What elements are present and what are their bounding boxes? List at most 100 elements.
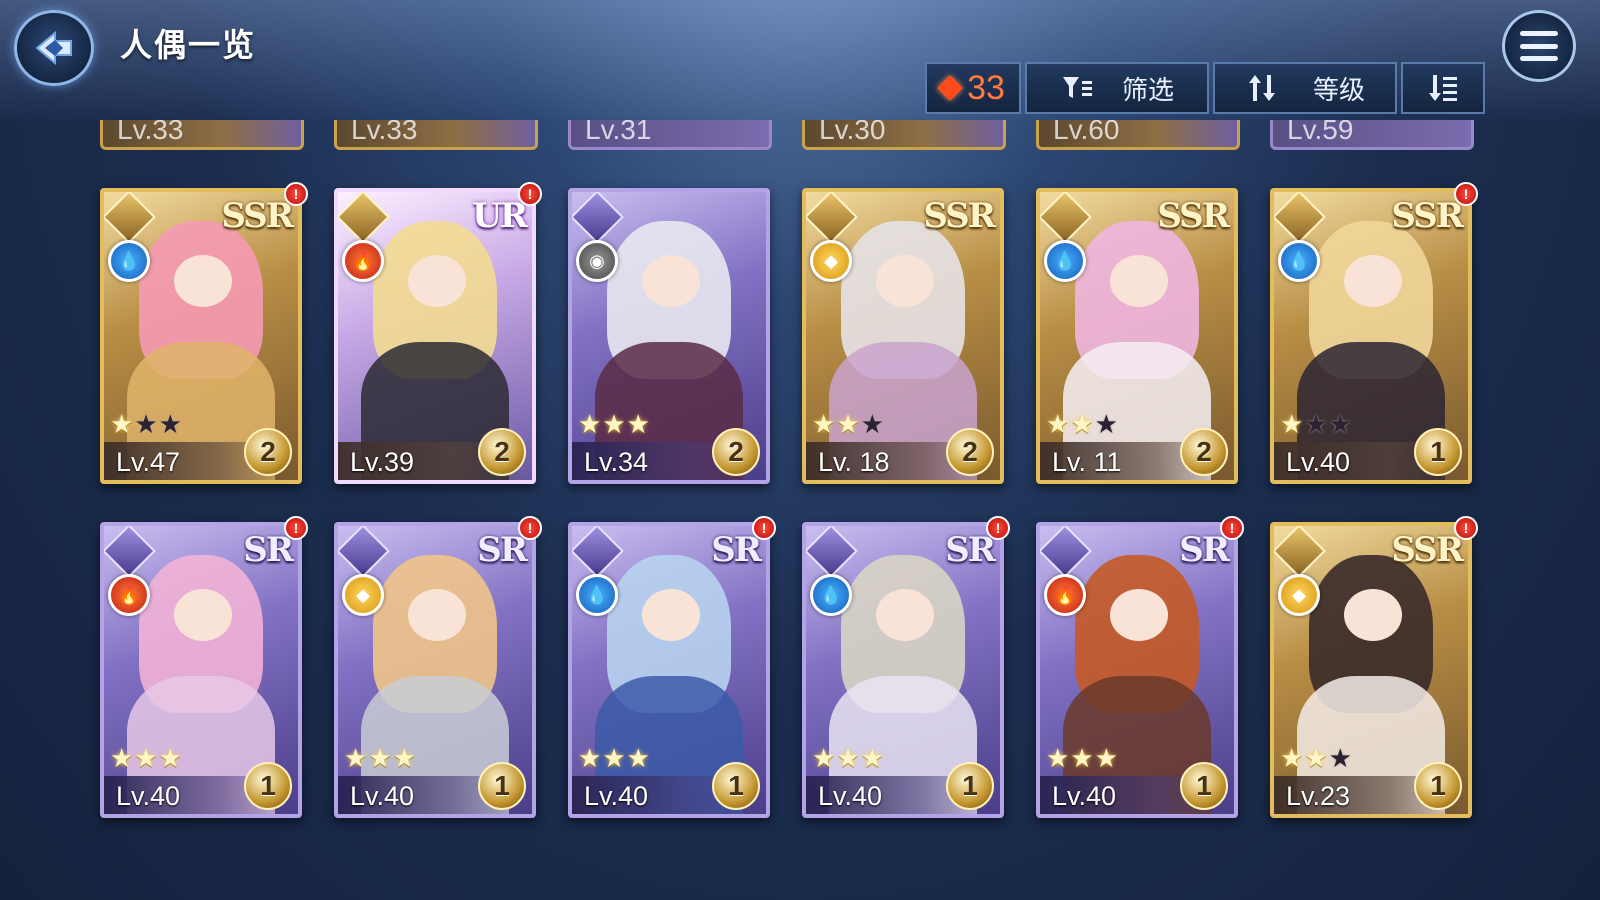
rarity-label: SR bbox=[1179, 530, 1230, 570]
star-icon: ★ bbox=[110, 743, 135, 773]
rarity-label: SR bbox=[243, 530, 294, 570]
star-icon: ★ bbox=[1304, 743, 1329, 773]
partial-card-level: Lv.59 bbox=[1287, 120, 1354, 145]
star-rating: ★★★ bbox=[110, 409, 183, 440]
dark-element-icon: ◉ bbox=[576, 240, 618, 282]
star-icon: ★ bbox=[1304, 409, 1329, 439]
star-icon: ★ bbox=[812, 409, 837, 439]
water-element-icon: 💧 bbox=[1044, 240, 1086, 282]
star-icon: ★ bbox=[860, 743, 885, 773]
currency-value: 33 bbox=[967, 68, 1005, 107]
partial-card[interactable]: Lv.30 bbox=[802, 120, 1006, 150]
level-label: Lv.40 bbox=[350, 781, 415, 811]
star-rating: ★★★ bbox=[1280, 743, 1353, 774]
alert-badge-icon: ! bbox=[1454, 516, 1478, 540]
doll-card[interactable]: 🔥 UR Lv.39 2 bbox=[334, 188, 536, 484]
partial-card[interactable]: Lv.33 bbox=[334, 120, 538, 150]
partial-card[interactable]: Lv.59 bbox=[1270, 120, 1474, 150]
star-icon: ★ bbox=[578, 409, 603, 439]
grade-medal: 2 bbox=[478, 428, 526, 476]
diamond-icon bbox=[937, 75, 963, 101]
rarity-label: SR bbox=[477, 530, 528, 570]
rarity-label: UR bbox=[472, 196, 528, 236]
level-label: Lv.39 bbox=[350, 447, 415, 477]
water-element-icon: 💧 bbox=[1278, 240, 1320, 282]
level-label: Lv.40 bbox=[584, 781, 649, 811]
star-icon: ★ bbox=[1070, 743, 1095, 773]
level-label: Lv.40 bbox=[1052, 781, 1117, 811]
doll-card[interactable]: 💧 SR ★★★ Lv.40 1 bbox=[802, 522, 1004, 818]
light-element-icon: ◆ bbox=[342, 574, 384, 616]
partial-card-level: Lv.33 bbox=[117, 120, 184, 145]
star-icon: ★ bbox=[1046, 409, 1071, 439]
doll-card[interactable]: ◆ SSR ★★★ Lv.23 1 bbox=[1270, 522, 1472, 818]
star-icon: ★ bbox=[392, 743, 417, 773]
partial-card[interactable]: Lv.60 bbox=[1036, 120, 1240, 150]
rarity-label: SSR bbox=[1157, 196, 1230, 236]
partial-card[interactable]: Lv.33 bbox=[100, 120, 304, 150]
star-icon: ★ bbox=[578, 743, 603, 773]
star-icon: ★ bbox=[134, 743, 159, 773]
fire-element-icon: 🔥 bbox=[108, 574, 150, 616]
grade-medal: 1 bbox=[712, 762, 760, 810]
doll-card[interactable]: 💧 SSR ★★★ Lv.47 2 bbox=[100, 188, 302, 484]
level-label: Lv.40 bbox=[116, 781, 181, 811]
star-icon: ★ bbox=[1070, 409, 1095, 439]
star-icon: ★ bbox=[1046, 743, 1071, 773]
star-icon: ★ bbox=[1280, 743, 1305, 773]
doll-card[interactable]: ◆ SR ★★★ Lv.40 1 bbox=[334, 522, 536, 818]
star-icon: ★ bbox=[158, 743, 183, 773]
grade-medal: 2 bbox=[712, 428, 760, 476]
fire-element-icon: 🔥 bbox=[342, 240, 384, 282]
doll-card[interactable]: ◉ ★★★ Lv.34 2 bbox=[568, 188, 770, 484]
doll-card[interactable]: ◆ SSR ★★★ Lv. 18 2 bbox=[802, 188, 1004, 484]
partial-card-level: Lv.30 bbox=[819, 120, 886, 145]
star-icon: ★ bbox=[626, 743, 651, 773]
sort-arrows-icon bbox=[1248, 75, 1275, 101]
star-icon: ★ bbox=[368, 743, 393, 773]
grade-medal: 2 bbox=[946, 428, 994, 476]
grade-medal: 1 bbox=[1414, 762, 1462, 810]
doll-card[interactable]: 💧 SR ★★★ Lv.40 1 bbox=[568, 522, 770, 818]
level-label: Lv. 11 bbox=[1052, 447, 1122, 477]
grade-medal: 2 bbox=[1180, 428, 1228, 476]
grade-medal: 1 bbox=[1414, 428, 1462, 476]
star-icon: ★ bbox=[1280, 409, 1305, 439]
filter-button[interactable]: 筛选 bbox=[1025, 62, 1209, 114]
star-rating: ★★★ bbox=[812, 409, 885, 440]
level-label: Lv.40 bbox=[818, 781, 883, 811]
light-element-icon: ◆ bbox=[1278, 574, 1320, 616]
alert-badge-icon: ! bbox=[986, 516, 1010, 540]
star-icon: ★ bbox=[134, 409, 159, 439]
star-rating: ★★★ bbox=[1280, 409, 1353, 440]
rarity-label: SSR bbox=[1391, 196, 1464, 236]
sort-by-level-button[interactable]: 等级 bbox=[1213, 62, 1397, 114]
partial-card[interactable]: Lv.31 bbox=[568, 120, 772, 150]
star-icon: ★ bbox=[836, 743, 861, 773]
partial-card-level: Lv.31 bbox=[585, 120, 652, 145]
back-button[interactable] bbox=[14, 10, 94, 86]
star-icon: ★ bbox=[1094, 743, 1119, 773]
grade-medal: 1 bbox=[478, 762, 526, 810]
doll-card[interactable]: 💧 SSR ★★★ Lv.40 1 bbox=[1270, 188, 1472, 484]
star-rating: ★★★ bbox=[1046, 743, 1119, 774]
sort-order-button[interactable] bbox=[1401, 62, 1485, 114]
sort-level-label: 等级 bbox=[1312, 74, 1365, 105]
rarity-label: SSR bbox=[923, 196, 996, 236]
currency-display: 33 bbox=[925, 62, 1021, 114]
doll-card[interactable]: 💧 SSR ★★★ Lv. 11 2 bbox=[1036, 188, 1238, 484]
star-icon: ★ bbox=[1328, 743, 1353, 773]
grade-medal: 1 bbox=[244, 762, 292, 810]
alert-badge-icon: ! bbox=[284, 182, 308, 206]
menu-button[interactable] bbox=[1502, 10, 1576, 82]
doll-card[interactable]: 🔥 SR ★★★ Lv.40 1 bbox=[1036, 522, 1238, 818]
star-rating: ★★★ bbox=[110, 743, 183, 774]
star-icon: ★ bbox=[836, 409, 861, 439]
doll-card[interactable]: 🔥 SR ★★★ Lv.40 1 bbox=[100, 522, 302, 818]
star-rating: ★★★ bbox=[578, 743, 651, 774]
toolbar: 33 筛选 等级 bbox=[925, 62, 1485, 114]
partial-card-row: Lv.33 Lv.33 Lv.31 Lv.30 Lv.60 Lv.59 bbox=[100, 120, 1500, 154]
star-icon: ★ bbox=[602, 409, 627, 439]
star-icon: ★ bbox=[626, 409, 651, 439]
grade-medal: 1 bbox=[946, 762, 994, 810]
